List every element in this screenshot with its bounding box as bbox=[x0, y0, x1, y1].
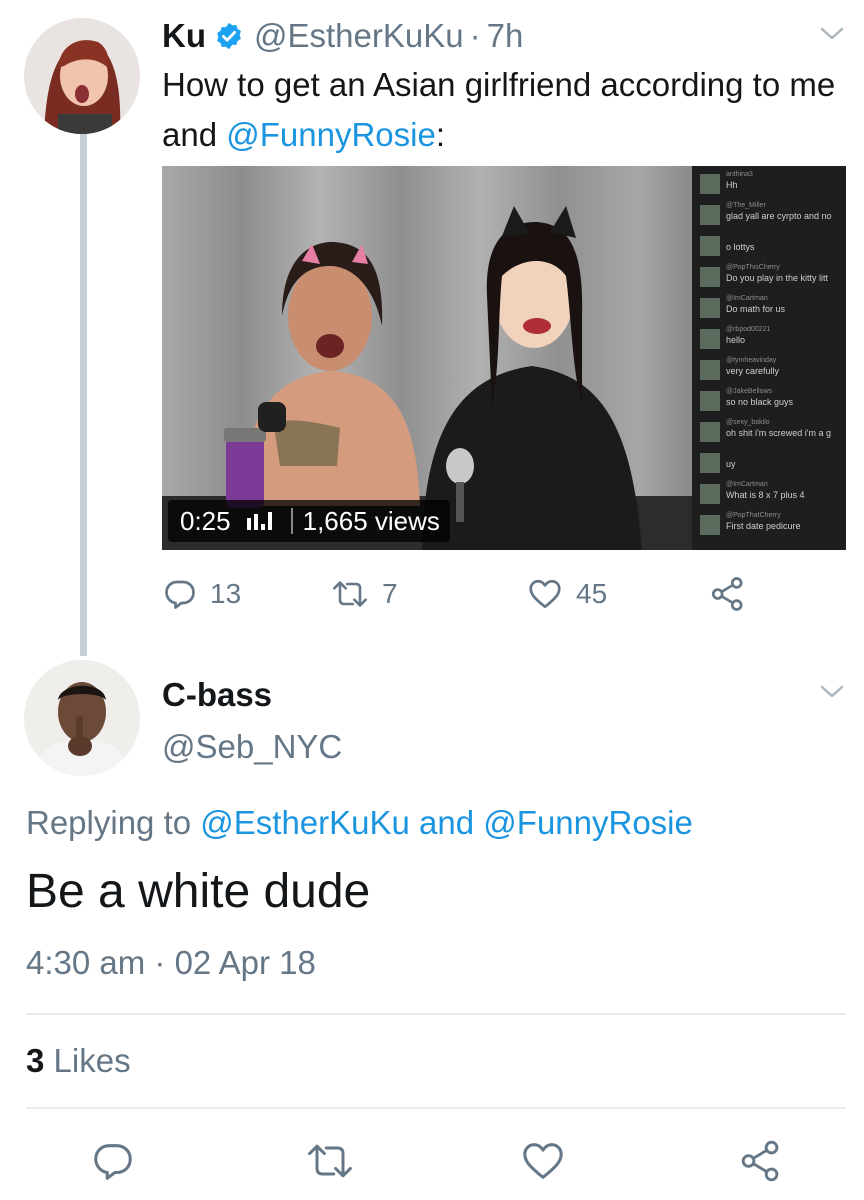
reply-icon bbox=[165, 580, 195, 609]
chat-avatar bbox=[700, 298, 720, 318]
chat-username: @rbpod00221 bbox=[726, 326, 771, 333]
chat-text: oh shit i'm screwed i'm a g bbox=[726, 428, 831, 438]
tweet1-video-player[interactable]: anthina3 Hh @The_Millerglad yall are cyrpt… bbox=[162, 166, 846, 550]
thread-connector-line bbox=[80, 128, 87, 656]
chat-avatar bbox=[700, 515, 720, 535]
chat-avatar bbox=[700, 267, 720, 287]
chat-message: @PopThisCherry Do you play in the kitty l… bbox=[692, 263, 846, 295]
chevron-down-icon[interactable] bbox=[818, 24, 846, 44]
tweet1-mention-link[interactable]: @FunnyRosie bbox=[226, 116, 436, 153]
tweet1-time[interactable]: 7h bbox=[487, 17, 524, 55]
chat-username: @tymheavinday bbox=[726, 357, 777, 364]
chat-text: so no black guys bbox=[726, 397, 794, 407]
likes-label: Likes bbox=[44, 1042, 131, 1079]
chat-text: What is 8 x 7 plus 4 bbox=[726, 490, 805, 500]
tweet1-text-part2: : bbox=[435, 116, 445, 153]
share-icon[interactable] bbox=[738, 1138, 784, 1184]
retweet-icon[interactable] bbox=[304, 1138, 356, 1184]
chat-username: @PopThatCherry bbox=[726, 512, 781, 519]
video-frame bbox=[162, 166, 692, 550]
chat-username: @JakeBellows bbox=[726, 388, 773, 395]
chat-username: @sexy_bakilo bbox=[726, 419, 770, 426]
chat-text: Do math for us bbox=[726, 304, 786, 314]
chat-text: uy bbox=[726, 459, 736, 469]
chat-text: First date pedicure bbox=[726, 521, 801, 531]
retweet-icon bbox=[333, 581, 367, 607]
chat-avatar bbox=[700, 391, 720, 411]
tweet1-handle[interactable]: @EstherKuKu bbox=[254, 17, 464, 55]
like-action[interactable]: 45 bbox=[526, 574, 607, 614]
chat-avatar bbox=[700, 484, 720, 504]
avatar-seb-nyc[interactable] bbox=[24, 660, 140, 776]
chat-avatar bbox=[700, 360, 720, 380]
video-duration: 0:25 bbox=[180, 505, 231, 536]
chat-username: @ImCartman bbox=[726, 481, 768, 488]
chat-message: anthina3 Hh bbox=[692, 170, 846, 202]
likes-summary[interactable]: 3 Likes bbox=[26, 1042, 131, 1080]
retweet-action[interactable]: 7 bbox=[330, 574, 398, 614]
chat-avatar bbox=[700, 422, 720, 442]
tweet1-display-name[interactable]: Ku bbox=[162, 17, 206, 55]
chat-text: Do you play in the kitty litt bbox=[726, 273, 829, 283]
chat-message: @rbpod00221 hello bbox=[692, 325, 846, 357]
tweet2-timestamp[interactable]: 4:30 am · 02 Apr 18 bbox=[26, 944, 316, 982]
tweet2-display-name[interactable]: C-bass bbox=[162, 676, 272, 714]
chat-avatar bbox=[700, 174, 720, 194]
reply-count: 13 bbox=[210, 578, 242, 609]
reply-action[interactable]: 13 bbox=[162, 574, 241, 614]
video-badge-divider bbox=[290, 508, 293, 534]
tweet1-text: How to get an Asian girlfriend according… bbox=[162, 60, 842, 160]
audio-bars-icon bbox=[246, 512, 272, 530]
video-stats-badge: 0:25 1,665 views bbox=[168, 500, 450, 542]
reply-to-estherkuku-link[interactable]: @EstherKuKu bbox=[200, 804, 410, 841]
chat-text: very carefully bbox=[726, 366, 780, 376]
chat-message: @ImCartman Do math for us bbox=[692, 294, 846, 326]
replying-to-line: Replying to @EstherKuKu and @FunnyRosie bbox=[26, 804, 693, 842]
chat-text: glad yall are cyrpto and no bbox=[726, 211, 832, 221]
chat-avatar bbox=[700, 329, 720, 349]
share-action[interactable] bbox=[708, 574, 760, 614]
tweet1-header: Ku @EstherKuKu · 7h bbox=[162, 14, 523, 58]
reply-to-funnyrosie-link[interactable]: @FunnyRosie bbox=[483, 804, 693, 841]
divider bbox=[26, 1107, 846, 1109]
avatar-esther-kuku[interactable] bbox=[24, 18, 140, 134]
video-views: 1,665 views bbox=[302, 505, 440, 536]
video-chat-panel: anthina3 Hh @The_Millerglad yall are cyrpt… bbox=[692, 166, 846, 550]
chat-username: @ImCartman bbox=[726, 295, 768, 302]
chat-avatar bbox=[700, 236, 720, 256]
retweet-count: 7 bbox=[382, 578, 398, 609]
chevron-down-icon[interactable] bbox=[818, 682, 846, 702]
chat-message: @JakeBellows so no black guys bbox=[692, 387, 846, 419]
chat-username: @PopThisCherry bbox=[726, 264, 780, 271]
divider bbox=[26, 1013, 846, 1015]
chat-username: anthina3 bbox=[726, 171, 753, 178]
like-count: 45 bbox=[576, 578, 608, 609]
chat-avatar bbox=[700, 205, 720, 225]
chat-text: o lottys bbox=[726, 242, 755, 252]
tweet1-separator: · bbox=[469, 17, 481, 54]
likes-count: 3 bbox=[26, 1042, 45, 1079]
heart-icon bbox=[529, 579, 561, 609]
chat-message: uy bbox=[692, 449, 846, 481]
chat-text: hello bbox=[726, 335, 746, 345]
heart-icon[interactable] bbox=[520, 1138, 566, 1184]
reply-and: and bbox=[409, 804, 484, 841]
reply-icon[interactable] bbox=[90, 1138, 136, 1184]
verified-badge-icon bbox=[217, 22, 241, 50]
chat-message: o lottys bbox=[692, 232, 846, 264]
chat-message: @sexy_bakilooh shit i'm screwed i'm a g bbox=[692, 418, 846, 450]
chat-text: Hh bbox=[726, 180, 738, 190]
tweet2-handle[interactable]: @Seb_NYC bbox=[162, 728, 342, 766]
chat-message: @PopThatCherry First date pedicure bbox=[692, 511, 846, 543]
chat-message: @tymheavinday very carefully bbox=[692, 356, 846, 388]
chat-avatar bbox=[700, 453, 720, 473]
tweet2-text: Be a white dude bbox=[26, 865, 371, 918]
chat-message: @The_Millerglad yall are cyrpto and no bbox=[692, 201, 846, 233]
replying-prefix: Replying to bbox=[26, 804, 201, 841]
chat-username: @The_Miller bbox=[726, 202, 766, 209]
chat-message: @ImCartman What is 8 x 7 plus 4 bbox=[692, 480, 846, 512]
share-icon bbox=[711, 577, 743, 611]
